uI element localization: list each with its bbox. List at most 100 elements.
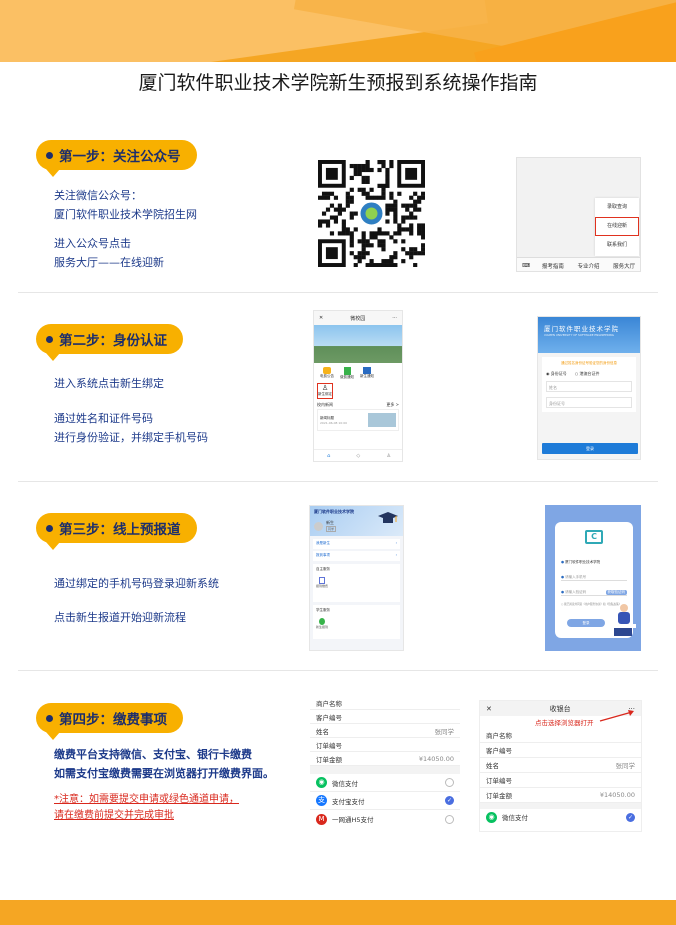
icon-notice-fee[interactable]: 缴费通知 [337,367,357,380]
divider [18,481,658,482]
id-number-field[interactable]: 身份证号 [546,397,632,408]
code-input[interactable]: ● 请输入验证码 获取验证码 [561,590,627,596]
wechat-tab-bar: ⌨ 报考指南 专业介绍 服务大厅 [517,257,640,271]
info-row: 姓名 张同学 [310,724,460,738]
self-service-section: 自主服务 报到缴费 [313,564,400,602]
header-banner [0,0,676,62]
news-heading: 校内新闻 [317,402,333,407]
step-1-text-b: 进入公众号点击 服务大厅——在线迎新 [54,237,164,269]
phone-input[interactable]: ● 请输入手机号 [561,575,627,581]
step-3-text-a: 通过绑定的手机号码登录迎新系统 [54,577,219,590]
info-row: 订单金额 ¥14050.00 [310,752,460,766]
info-row-key: 订单金额 [316,755,342,764]
radio-unchecked[interactable] [445,778,454,787]
icon-notice-new[interactable]: 新生通知 [357,367,377,380]
step-4-label: 第四步：缴费事项 [36,703,183,740]
app-logo: C [585,530,603,544]
news-item[interactable]: 新闻标题 2021-06-08 10:00 [317,409,399,431]
welcome-system-screenshot: 厦门软件职业技术学院 新生 同学 我是新生 › 报到事项 › 自主服务 报到缴费 学… [309,505,404,651]
home-icon[interactable]: ⌂ [327,453,330,459]
app-title: 微校园 [350,315,366,322]
divider [18,292,658,293]
keyboard-icon[interactable]: ⌨ [517,263,535,269]
student-illustration [608,600,638,640]
radio-checked[interactable]: ✓ [626,812,635,822]
menu-item-online-welcome[interactable]: 在线迎新 [595,217,639,236]
menu-item-contact[interactable]: 联系我们 [595,236,639,255]
radio-id-card[interactable]: ◉ 身份证号 [546,371,567,377]
step-2-text-a: 进入系统点击新生绑定 [54,377,164,390]
login-button[interactable]: 登录 [567,619,605,627]
wechat-menu-screenshot: 录取查询 在线迎新 联系我们 ⌨ 报考指南 专业介绍 服务大厅 [516,157,641,272]
name-field[interactable]: 姓名 [546,381,632,392]
info-row-key: 姓名 [316,727,329,736]
identity-login-screenshot: 厦门软件职业技术学院 XIAMEN UNIVERSITY OF SOFTWARE… [537,316,641,460]
report-fee-icon[interactable] [319,577,325,584]
apps-icon[interactable]: ◇ [356,453,360,459]
pay-option-wechat[interactable]: ◉ 微信支付 [310,774,460,792]
campus-photo [314,325,402,363]
sms-login-screenshot: C ● 厦门软件职业技术学院 ● 请输入手机号 ● 请输入验证码 获取验证码 ○ … [545,505,641,651]
info-row: 客户编号 [310,710,460,724]
get-code-button[interactable]: 获取验证码 [605,590,627,595]
info-row-key: 订单编号 [486,777,512,785]
pay-option-wechat[interactable]: ◉ 微信支付 ✓ [480,809,641,825]
pay-option-cmb[interactable]: M 一网通H5支付 [310,810,460,828]
info-row-key: 商户名称 [316,699,342,708]
close-icon[interactable]: ✕ [319,315,323,321]
bind-student-button[interactable]: ♙ 新生绑定 [317,383,333,399]
info-row: 订单编号 [310,738,460,752]
bottom-nav: ⌂ ◇ ♙ [314,449,402,461]
tab-guide[interactable]: 报考指南 [535,262,571,270]
info-row: 订单编号 [480,773,641,788]
info-row-key: 客户编号 [486,747,512,755]
payment-info-panel: 商户名称客户编号 姓名 张同学订单编号订单金额 ¥14050.00 ◉ 微信支付 支 … [310,696,460,834]
close-icon[interactable]: ✕ [486,705,492,713]
user-icon: ♙ [321,384,329,392]
info-row-key: 订单金额 [486,792,512,800]
news-more-link[interactable]: 更多 > [386,402,399,408]
graduation-cap-icon [377,510,399,528]
footer-banner [0,900,676,925]
profile-icon[interactable]: ♙ [386,453,390,459]
service-menu-popup: 录取查询 在线迎新 联系我们 [595,198,639,256]
icon-notice-electric[interactable]: 电费公告 [317,367,337,380]
wechat-pay-icon: ◉ [316,777,327,788]
info-row: 姓名 张同学 [480,758,641,773]
radio-hk-macau[interactable]: ○ 港澳台证件 [575,371,600,377]
info-row-key: 订单编号 [316,741,342,750]
info-row-value: ¥14050.00 [418,754,454,763]
more-icon[interactable]: ··· [392,315,397,321]
browser-hint: 点击选择浏览器打开 [535,719,594,727]
step-4-text: 缴费平台支持微信、支付宝、银行卡缴费 如需支付宝缴费需要在浏览器打开缴费界面。 [54,748,274,780]
step-3-text-b: 点击新生报道开始迎新流程 [54,611,186,624]
micro-campus-screenshot: ✕ 微校园 ··· 电费公告 缴费通知 新生通知 ♙ 新生绑定 校内新闻 更多 > 新… [313,310,403,462]
new-student-report-icon[interactable] [319,618,325,625]
info-row: 商户名称 [480,728,641,743]
avatar [314,521,323,531]
step-4-note: *注意：如需要提交申请或绿色通道申请， 请在缴费前提交并完成审批 [54,794,239,821]
menu-report-items[interactable]: 报到事项 › [313,551,400,561]
school-banner: 厦门软件职业技术学院 XIAMEN UNIVERSITY OF SOFTWARE… [538,317,640,353]
tab-majors[interactable]: 专业介绍 [571,262,607,270]
page-title: 厦门软件职业技术学院新生预报到系统操作指南 [138,72,538,94]
pay-option-alipay[interactable]: 支 支付宝支付 ✓ [310,792,460,810]
tab-service-hall[interactable]: 服务大厅 [606,262,640,270]
radio-checked[interactable]: ✓ [445,796,454,805]
qr-code-image [318,160,426,268]
cashier-title: 收银台 [549,704,571,713]
step-2-text-b: 通过姓名和证件号码 进行身份验证，并绑定手机号码 [54,412,208,444]
info-row-key: 姓名 [486,762,499,770]
menu-new-student[interactable]: 我是新生 › [313,539,400,549]
step-1-text-a: 关注微信公众号： 厦门软件职业技术学院招生网 [54,189,197,221]
school-field: ● 厦门软件职业技术学院 [561,560,601,564]
alipay-icon: 支 [316,795,327,806]
step-1-label: 第一步：关注公众号 [36,140,197,177]
info-row-key: 商户名称 [486,732,512,740]
radio-unchecked[interactable] [445,814,454,824]
cashier-panel: ✕ 收银台 ··· 点击选择浏览器打开 商户名称 客户编号 姓名 张同学 订单编号 订单金… [479,700,642,832]
login-button[interactable]: 登录 [542,443,638,454]
arrow-icon [599,710,634,722]
menu-item-admission-query[interactable]: 录取查询 [595,198,639,217]
identity-form: 通过姓名身份证号验证您的身份信息 ◉ 身份证号 ○ 港澳台证件 姓名 身份证号 [542,357,636,412]
